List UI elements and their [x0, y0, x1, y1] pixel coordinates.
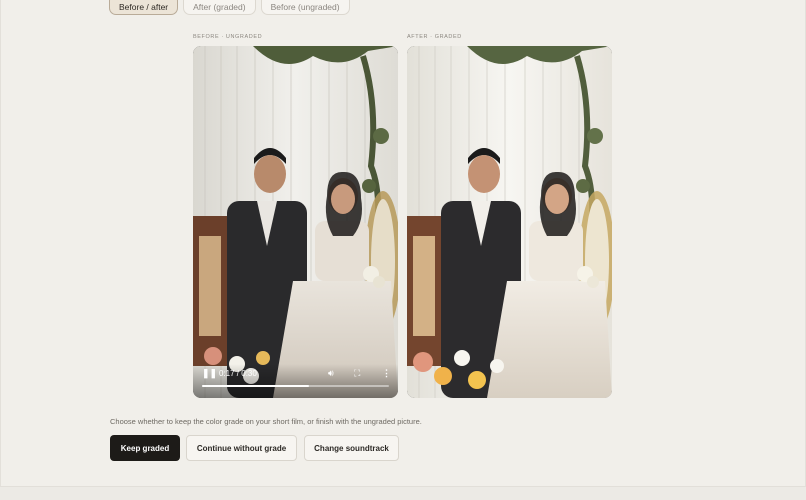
tab-before-ungraded[interactable]: Before (ungraded): [260, 0, 350, 15]
before-caption: BEFORE · UNGRADED: [193, 34, 263, 40]
video-progress-fill: [202, 385, 309, 387]
before-video-frame: [193, 46, 398, 398]
tab-before-after[interactable]: Before / after: [109, 0, 179, 15]
keep-graded-button[interactable]: Keep graded: [110, 435, 180, 461]
video-time: 0:17 / 0:30: [219, 369, 257, 378]
more-options-icon[interactable]: ⋮: [382, 368, 391, 379]
continue-without-grade-button[interactable]: Continue without grade: [186, 435, 297, 461]
grade-instruction: Choose whether to keep the color grade o…: [110, 417, 422, 426]
tab-after-graded[interactable]: After (graded): [183, 0, 256, 15]
video-progress-bar[interactable]: [202, 385, 389, 387]
after-video-frame: [407, 46, 612, 398]
after-video-player[interactable]: [407, 46, 612, 398]
volume-icon[interactable]: 🔊︎: [328, 368, 334, 379]
after-caption: AFTER · GRADED: [407, 34, 462, 40]
view-mode-tabs: Before / after After (graded) Before (un…: [109, 0, 350, 15]
footer-strip: [0, 487, 806, 500]
change-soundtrack-button[interactable]: Change soundtrack: [304, 435, 399, 461]
fullscreen-icon[interactable]: ⛶: [354, 368, 360, 379]
video-controls: ❚❚ 0:17 / 0:30 🔊︎ ⛶ ⋮: [193, 364, 398, 398]
pause-icon[interactable]: ❚❚: [202, 368, 217, 379]
before-video-player[interactable]: ❚❚ 0:17 / 0:30 🔊︎ ⛶ ⋮: [193, 46, 398, 398]
